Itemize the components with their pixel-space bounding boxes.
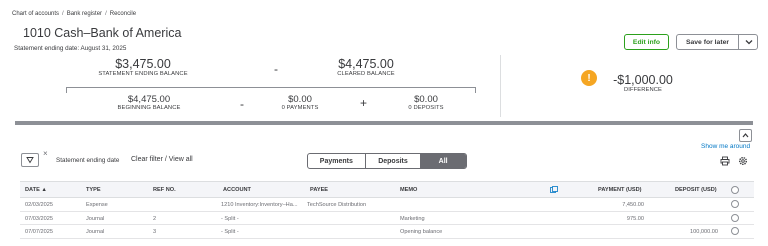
collapse-button[interactable] [739,129,752,142]
row-select-radio[interactable] [731,200,739,208]
column-header-account[interactable]: ACCOUNT [223,187,251,193]
deposits-summary: $0.00 0 DEPOSITS [396,94,456,111]
button-divider [738,35,739,49]
statement-ending-balance-value: $3,475.00 [115,57,171,71]
transactions-table: DATE ▲ TYPE REF NO. ACCOUNT PAYEE MEMO P… [20,181,754,239]
cell-payment: 7,450.00 [622,202,644,208]
cleared-balance: $4,475.00 CLEARED BALANCE [316,57,416,77]
breadcrumb-separator: / [105,11,107,17]
cleared-balance-label: CLEARED BALANCE [337,71,395,77]
row-select-radio[interactable] [731,227,739,235]
cell-memo: Marketing [400,215,425,222]
row-select-radio[interactable] [731,213,739,222]
cell-account: 1210 Inventory:Inventory–Ha... [221,202,298,208]
page-title: 1010 Cash–Bank of America [23,26,182,40]
cell-type: Journal [86,215,105,222]
deposits-value: $0.00 [414,94,438,105]
balance-bracket [66,87,476,93]
column-header-date[interactable]: DATE ▲ [25,187,47,193]
table-row[interactable]: 07/07/2025 Journal 3 - Split - Opening b… [20,225,754,239]
clear-filter-close-icon[interactable]: × [43,149,48,158]
summary-divider [500,55,501,117]
difference-value: -$1,000.00 [613,73,673,87]
cell-date: 07/07/2025 [25,229,53,235]
column-header-payment[interactable]: PAYMENT (USD) [598,187,642,193]
deposits-label: 0 DEPOSITS [408,105,444,111]
column-header-type[interactable]: TYPE [86,187,101,193]
select-all-radio[interactable] [731,186,739,194]
save-for-later-label[interactable]: Save for later [677,35,738,49]
column-header-payee[interactable]: PAYEE [310,187,328,193]
statement-ending-date: Statement ending date: August 31, 2025 [14,45,127,52]
difference: -$1,000.00 DIFFERENCE [606,73,680,93]
column-header-ref[interactable]: REF NO. [153,187,176,193]
tab-all[interactable]: All [420,154,466,168]
beginning-balance: $4,475.00 BEGINNING BALANCE [94,94,204,111]
table-row[interactable]: 07/03/2025 Journal 2 - Split - Marketing… [20,212,754,225]
tab-deposits[interactable]: Deposits [366,154,421,168]
chevron-down-icon[interactable] [743,36,755,48]
copy-icon[interactable] [550,186,558,194]
cell-payment: 975.00 [626,215,644,222]
beginning-balance-value: $4,475.00 [127,94,171,105]
minus-operator: - [240,97,244,111]
cell-memo: Opening balance [400,229,443,235]
cell-date: 02/03/2025 [25,202,53,208]
show-me-around-link[interactable]: Show me around [701,143,750,150]
filter-button[interactable] [21,153,39,167]
plus-operator: + [360,96,368,110]
cell-deposit: 100,000.00 [690,229,718,235]
beginning-balance-label: BEGINNING BALANCE [117,105,181,111]
cell-type: Journal [86,229,105,235]
payments-value: $0.00 [288,94,312,105]
minus-operator: - [274,62,278,76]
clear-filter-link[interactable]: Clear filter / View all [131,156,193,163]
payments-summary: $0.00 0 PAYMENTS [270,94,330,111]
column-header-deposit[interactable]: DEPOSIT (USD) [675,187,717,193]
payments-label: 0 PAYMENTS [281,105,319,111]
breadcrumb: Chart of accounts / Bank register / Reconcil… [12,11,136,17]
cell-date: 07/03/2025 [25,215,53,222]
breadcrumb-reconcile: Reconcile [109,11,137,17]
gear-icon[interactable] [738,156,748,166]
transaction-type-toggle: Payments Deposits All [307,153,467,169]
cell-account: - Split - [221,229,239,235]
difference-label: DIFFERENCE [623,87,663,93]
column-header-memo[interactable]: MEMO [400,187,417,193]
save-for-later-button[interactable]: Save for later [676,34,758,50]
breadcrumb-chart-of-accounts[interactable]: Chart of accounts [12,11,59,17]
cell-ref: 3 [153,229,157,235]
print-icon[interactable] [720,156,730,166]
statement-ending-balance: $3,475.00 STATEMENT ENDING BALANCE [90,57,196,77]
table-header: DATE ▲ TYPE REF NO. ACCOUNT PAYEE MEMO P… [20,181,754,198]
tab-payments[interactable]: Payments [308,154,366,168]
statement-ending-balance-label: STATEMENT ENDING BALANCE [98,71,188,77]
edit-info-button[interactable]: Edit info [624,34,669,50]
table-row[interactable]: 02/03/2025 Expense 1210 Inventory:Invent… [20,198,754,212]
breadcrumb-separator: / [62,11,64,17]
chevron-up-icon [742,133,749,138]
filter-label: Statement ending date [56,157,120,164]
cell-payee: TechSource Distribution [307,202,367,208]
cleared-balance-value: $4,475.00 [338,57,394,71]
cell-ref: 2 [153,215,157,222]
exclamation-icon: ! [581,70,597,86]
filter-funnel-icon [26,157,34,164]
breadcrumb-bank-register[interactable]: Bank register [67,11,102,17]
cell-type: Expense [86,202,108,208]
cell-account: - Split - [221,215,239,222]
section-divider-bar [15,121,753,125]
